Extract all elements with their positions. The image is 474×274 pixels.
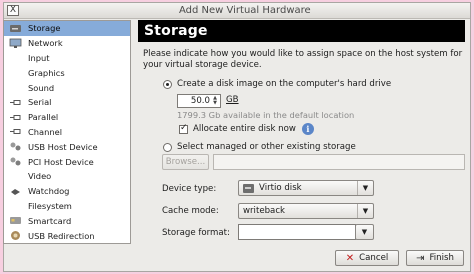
cancel-label: Cancel bbox=[359, 253, 389, 263]
create-disk-radio[interactable] bbox=[163, 79, 172, 89]
channel-icon bbox=[8, 126, 22, 137]
storage-description: Please indicate how you would like to as… bbox=[143, 49, 463, 70]
sound-icon bbox=[8, 82, 22, 93]
serial-icon bbox=[8, 97, 22, 108]
smartcard-icon bbox=[8, 215, 22, 226]
sidebar-item-label: USB Redirection bbox=[28, 230, 95, 241]
sidebar-item-video[interactable]: Video bbox=[4, 169, 130, 184]
sidebar-item-label: Sound bbox=[28, 82, 55, 93]
sidebar-item-network[interactable]: Network bbox=[4, 36, 130, 51]
cache-mode-select[interactable]: writeback ▼ bbox=[238, 203, 374, 219]
sidebar-item-label: Parallel bbox=[28, 112, 59, 123]
sidebar-item-label: Smartcard bbox=[28, 215, 72, 226]
sidebar-item-smartcard[interactable]: Smartcard bbox=[4, 213, 130, 228]
chevron-down-icon: ▼ bbox=[357, 204, 373, 218]
storage-icon bbox=[8, 23, 22, 34]
spinner-arrows-icon[interactable]: ▲ ▼ bbox=[211, 96, 219, 106]
storage-path-input[interactable] bbox=[213, 154, 465, 170]
create-disk-option[interactable]: Create a disk image on the computer's ha… bbox=[163, 79, 391, 89]
sidebar-item-parallel[interactable]: Parallel bbox=[4, 110, 130, 125]
disk-size-spinner[interactable]: 50.0 ▲ ▼ bbox=[177, 94, 221, 108]
sidebar-item-label: Storage bbox=[28, 23, 61, 34]
usb-host-icon bbox=[8, 141, 22, 152]
cancel-button[interactable]: ✕ Cancel bbox=[335, 250, 399, 266]
sidebar-item-input[interactable]: Input bbox=[4, 51, 130, 66]
select-storage-radio[interactable] bbox=[163, 142, 172, 152]
pci-host-icon bbox=[8, 156, 22, 167]
allocate-checkbox[interactable] bbox=[179, 123, 188, 134]
network-icon bbox=[8, 38, 22, 49]
allocate-label: Allocate entire disk now bbox=[193, 124, 296, 134]
sidebar-item-storage[interactable]: Storage bbox=[4, 21, 130, 36]
finish-label: Finish bbox=[429, 253, 454, 263]
disk-size-unit: GB bbox=[226, 95, 239, 105]
input-icon bbox=[8, 52, 22, 63]
finish-icon: ⇥ bbox=[416, 252, 425, 264]
sidebar-item-filesystem[interactable]: Filesystem bbox=[4, 199, 130, 214]
sidebar-item-usb-host-device[interactable]: USB Host Device bbox=[4, 139, 130, 154]
disk-size-value: 50.0 bbox=[190, 96, 210, 106]
device-type-select[interactable]: Virtio disk ▼ bbox=[238, 180, 374, 196]
sidebar-item-label: Serial bbox=[28, 97, 52, 108]
sidebar-item-label: Network bbox=[28, 38, 63, 49]
storage-format-input[interactable] bbox=[238, 224, 356, 240]
chevron-down-icon: ▼ bbox=[361, 228, 368, 236]
finish-button[interactable]: ⇥ Finish bbox=[406, 250, 464, 266]
sidebar-item-label: Input bbox=[28, 52, 50, 63]
watchdog-icon bbox=[8, 186, 22, 197]
cancel-icon: ✕ bbox=[345, 252, 355, 264]
sidebar-item-graphics[interactable]: Graphics bbox=[4, 65, 130, 80]
title-bar: X Add New Virtual Hardware bbox=[4, 3, 470, 19]
hardware-type-list: Storage Network Input Graphics Sound Ser… bbox=[3, 20, 131, 244]
disk-icon bbox=[243, 183, 254, 193]
window-title: Add New Virtual Hardware bbox=[179, 5, 311, 16]
device-type-value: Virtio disk bbox=[259, 183, 302, 193]
device-type-label: Device type: bbox=[162, 184, 217, 194]
graphics-icon bbox=[8, 67, 22, 78]
create-disk-label: Create a disk image on the computer's ha… bbox=[177, 79, 392, 89]
chevron-down-icon: ▼ bbox=[357, 181, 373, 195]
available-space-text: 1799.3 Gb available in the default locat… bbox=[177, 110, 355, 120]
sidebar-item-label: USB Host Device bbox=[28, 141, 98, 152]
sidebar-item-label: Channel bbox=[28, 126, 63, 137]
sidebar-item-channel[interactable]: Channel bbox=[4, 125, 130, 140]
browse-button[interactable]: Browse... bbox=[162, 154, 209, 170]
sidebar-item-label: Filesystem bbox=[28, 200, 72, 211]
filesystem-icon bbox=[8, 200, 22, 211]
storage-format-label: Storage format: bbox=[162, 228, 230, 238]
select-storage-option[interactable]: Select managed or other existing storage bbox=[163, 142, 356, 152]
sidebar-item-watchdog[interactable]: Watchdog bbox=[4, 184, 130, 199]
sidebar-item-label: Watchdog bbox=[28, 186, 70, 197]
sidebar-item-label: Video bbox=[28, 171, 52, 182]
select-storage-label: Select managed or other existing storage bbox=[177, 142, 356, 152]
parallel-icon bbox=[8, 112, 22, 123]
cache-mode-value: writeback bbox=[243, 206, 286, 216]
cache-mode-label: Cache mode: bbox=[162, 206, 219, 216]
sidebar-item-pci-host-device[interactable]: PCI Host Device bbox=[4, 154, 130, 169]
sidebar-item-serial[interactable]: Serial bbox=[4, 95, 130, 110]
allocate-entire-disk[interactable]: Allocate entire disk now i bbox=[179, 123, 314, 135]
page-title: Storage bbox=[138, 20, 465, 42]
sidebar-item-sound[interactable]: Sound bbox=[4, 80, 130, 95]
sidebar-item-label: PCI Host Device bbox=[28, 156, 94, 167]
info-icon: i bbox=[301, 123, 314, 135]
window-close-icon[interactable]: X bbox=[7, 5, 19, 16]
video-icon bbox=[8, 171, 22, 182]
sidebar-item-usb-redirection[interactable]: USB Redirection bbox=[4, 228, 130, 243]
storage-format-dropdown[interactable]: ▼ bbox=[355, 224, 374, 240]
sidebar-item-label: Graphics bbox=[28, 67, 65, 78]
usb-redirection-icon bbox=[8, 230, 22, 241]
